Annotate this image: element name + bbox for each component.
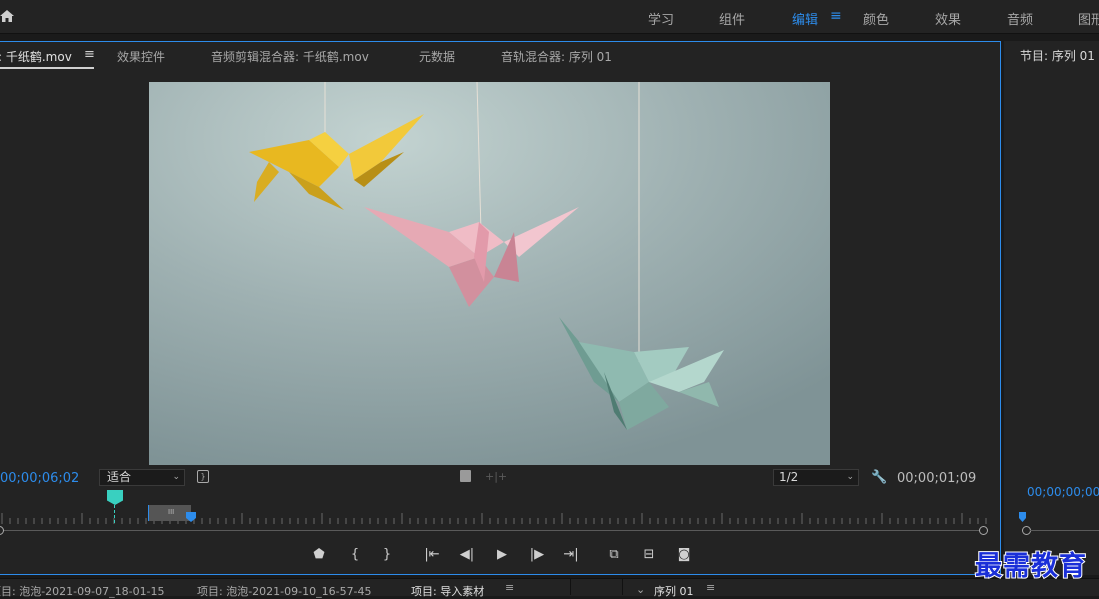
tab-project-import[interactable]: 项目: 导入素材 (411, 583, 484, 599)
panel-divider (570, 578, 571, 595)
tab-metadata[interactable]: 元数据 (419, 48, 455, 65)
camera-icon[interactable]: ◙ (676, 548, 692, 562)
current-timecode[interactable]: 00;00;06;02 (0, 471, 79, 486)
in-out-range-label: III (168, 508, 175, 516)
tab-menu-icon[interactable]: ≡ (505, 581, 514, 594)
chevron-down-icon: ⌄ (172, 472, 180, 482)
tab-audio-track-mixer[interactable]: 音轨混合器: 序列 01 (501, 48, 612, 65)
panel-divider (622, 578, 623, 595)
drag-video-only-icon[interactable] (460, 470, 471, 482)
program-ruler-track[interactable] (1030, 530, 1099, 531)
tab-source[interactable]: 源: 千纸鹤.mov (0, 48, 72, 65)
home-icon[interactable] (0, 9, 14, 23)
tab-effect-controls[interactable]: 效果控件 (117, 48, 165, 65)
marker-line (114, 505, 115, 523)
go-to-in-button[interactable]: |⇤ (424, 548, 440, 562)
zoom-level-value: 适合 (107, 470, 132, 484)
workspace-color[interactable]: 颜色 (863, 9, 889, 28)
tab-project-2[interactable]: 项目: 泡泡-2021-09-10_16-57-45 (197, 583, 372, 599)
chevron-down-icon[interactable]: ⌄ (636, 583, 645, 596)
workspace-assembly[interactable]: 组件 (719, 9, 745, 28)
add-marker-button[interactable]: ⬟ (311, 548, 327, 562)
panel-menu-icon[interactable]: ≡ (84, 47, 95, 62)
watermark: 最需教育 (974, 550, 1087, 583)
workspace-graphics[interactable]: 图形 (1078, 9, 1099, 28)
zoom-level-select[interactable]: 适合 ⌄ (99, 469, 185, 486)
workspace-bar: 学习 组件 编辑 ≡ 颜色 效果 音频 图形 (0, 0, 1099, 34)
zoom-end-handle[interactable] (979, 526, 988, 535)
tab-project-1[interactable]: 项目: 泡泡-2021-09-07_18-01-15 (0, 583, 165, 599)
mark-out-button[interactable]: } (379, 548, 395, 562)
chevron-down-icon: ⌄ (846, 472, 854, 482)
ruler-track[interactable] (0, 530, 985, 531)
drag-audio-only-icon[interactable]: +|+ (485, 470, 507, 483)
workspace-audio[interactable]: 音频 (1007, 9, 1033, 28)
workspace-menu-icon[interactable]: ≡ (830, 8, 842, 24)
step-forward-button[interactable]: |▶ (529, 548, 545, 562)
tab-menu-icon[interactable]: ≡ (706, 581, 715, 594)
duration-timecode: 00;00;01;09 (897, 471, 977, 486)
tab-sequence[interactable]: 序列 01 (654, 583, 694, 599)
workspace-editing[interactable]: 编辑 (792, 9, 818, 28)
insert-button[interactable]: ⧉ (606, 548, 622, 562)
playback-resolution-value: 1/2 (779, 470, 799, 484)
program-monitor-title[interactable]: 节目: 序列 01 (1020, 47, 1095, 64)
wrench-icon[interactable]: 🔧 (871, 470, 887, 485)
go-to-out-button[interactable]: ⇥| (563, 548, 579, 562)
program-timecode[interactable]: 00;00;00;00 (1027, 485, 1099, 499)
video-preview[interactable] (149, 82, 830, 465)
tab-audio-clip-mixer[interactable]: 音频剪辑混合器: 千纸鹤.mov (211, 48, 369, 65)
settings-toggle-icon[interactable]: } (197, 470, 209, 483)
mark-in-button[interactable]: { (347, 548, 363, 562)
workspace-effects[interactable]: 效果 (935, 9, 961, 28)
playback-resolution-select[interactable]: 1/2 ⌄ (773, 469, 859, 486)
step-back-button[interactable]: ◀| (459, 548, 475, 562)
active-tab-underline (0, 67, 94, 69)
overwrite-button[interactable]: ⊟ (641, 548, 657, 562)
play-button[interactable]: ▶ (494, 548, 510, 562)
workspace-learn[interactable]: 学习 (648, 9, 674, 28)
